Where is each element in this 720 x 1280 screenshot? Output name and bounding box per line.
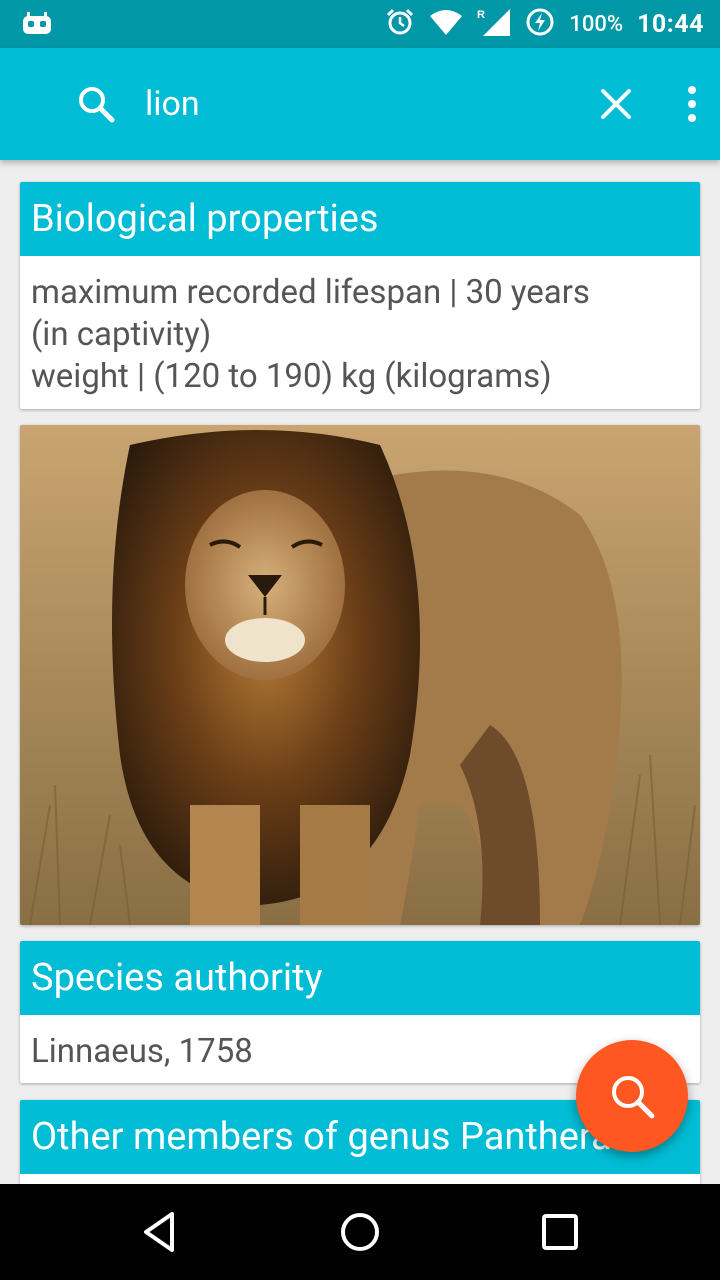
lifespan-text: maximum recorded lifespan | 30 years <box>31 273 590 312</box>
home-button[interactable] <box>336 1208 384 1256</box>
home-icon <box>341 1213 379 1251</box>
navigation-bar <box>0 1184 720 1280</box>
card-title: Biological properties <box>20 182 700 256</box>
weight-text: weight | (120 to 190) kg (kilograms) <box>31 357 552 396</box>
close-icon <box>601 89 631 119</box>
battery-percent: 100% <box>569 11 624 37</box>
search-icon[interactable] <box>76 84 116 124</box>
lion-photo-card[interactable] <box>20 425 700 925</box>
more-vert-icon <box>688 86 696 122</box>
signal-roaming-icon: R <box>477 7 511 41</box>
search-toolbar: lion <box>0 48 720 160</box>
card-body: maximum recorded lifespan | 30 years (in… <box>20 256 700 409</box>
back-button[interactable] <box>136 1208 184 1256</box>
clear-search-button[interactable] <box>598 86 634 122</box>
results-list[interactable]: Biological properties maximum recorded l… <box>0 160 720 1184</box>
recents-button[interactable] <box>536 1208 584 1256</box>
recents-icon <box>542 1214 578 1250</box>
search-icon <box>612 1076 655 1119</box>
search-fab[interactable] <box>576 1040 688 1152</box>
lion-photo <box>20 425 700 925</box>
android-debug-icon <box>22 12 52 40</box>
back-icon <box>144 1212 174 1252</box>
biological-properties-card: Biological properties maximum recorded l… <box>20 182 700 409</box>
battery-charging-icon <box>525 7 555 41</box>
alarm-icon <box>385 7 415 41</box>
status-bar: R 100% 10:44 <box>0 0 720 48</box>
search-input[interactable]: lion <box>145 82 200 126</box>
clock: 10:44 <box>637 9 704 39</box>
svg-text:R: R <box>477 9 485 21</box>
lifespan-note: (in captivity) <box>31 315 212 354</box>
card-title: Species authority <box>20 941 700 1015</box>
wifi-icon <box>429 8 463 40</box>
overflow-menu-button[interactable] <box>680 82 704 126</box>
